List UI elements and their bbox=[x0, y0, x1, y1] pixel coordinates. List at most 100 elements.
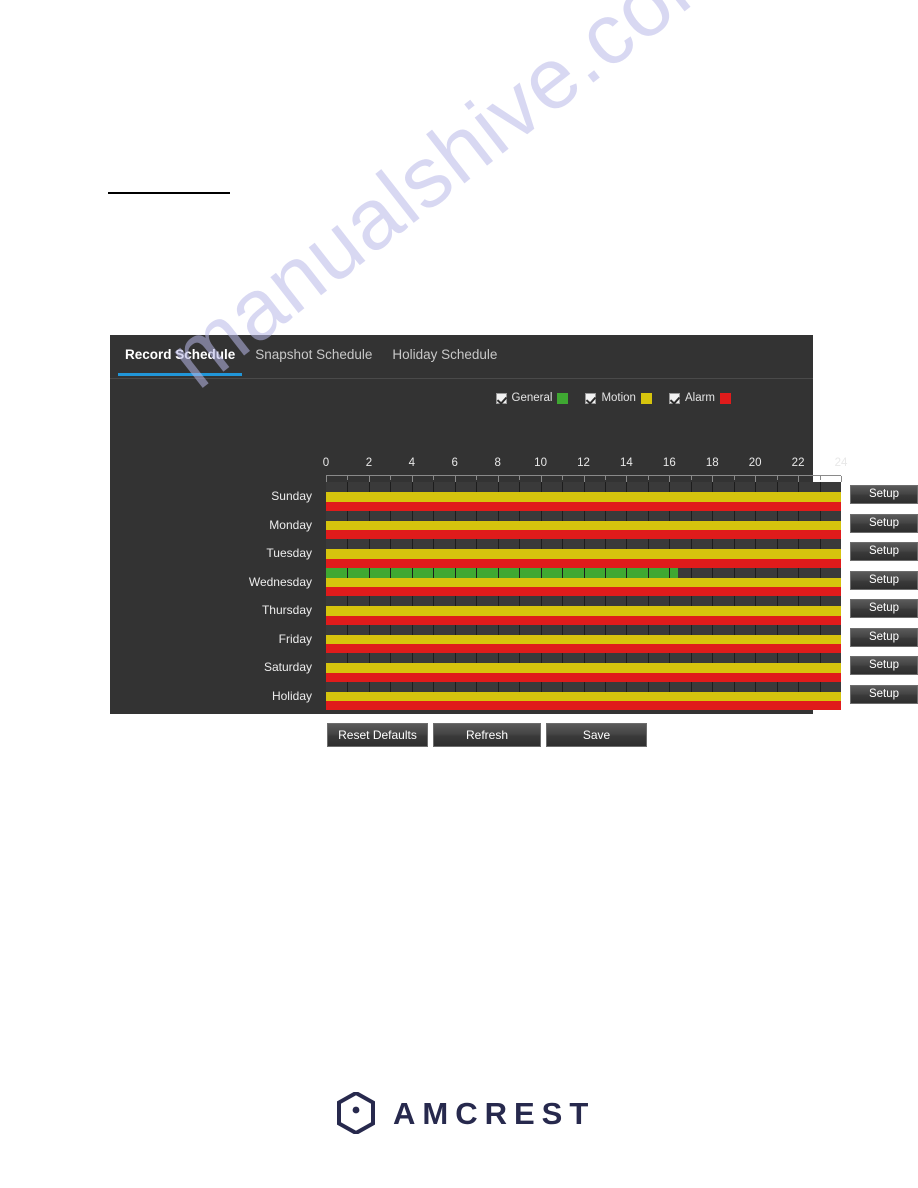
schedule-segment[interactable] bbox=[326, 672, 841, 682]
band-hour-tick bbox=[776, 539, 778, 549]
schedule-band-alarm[interactable] bbox=[326, 644, 841, 653]
band-hour-tick bbox=[411, 482, 413, 492]
reset-defaults-button[interactable]: Reset Defaults bbox=[327, 723, 428, 747]
band-hour-tick bbox=[476, 539, 478, 549]
band-hour-tick bbox=[647, 539, 649, 549]
schedule-row[interactable] bbox=[326, 567, 841, 596]
tab-record-schedule[interactable]: Record Schedule bbox=[115, 335, 245, 378]
record-schedule-panel: Record Schedule Snapshot Schedule Holiday … bbox=[110, 335, 918, 747]
schedule-segment[interactable] bbox=[326, 606, 841, 616]
schedule-grid bbox=[326, 482, 841, 710]
schedule-row[interactable] bbox=[326, 624, 841, 653]
schedule-band-motion[interactable] bbox=[326, 577, 841, 587]
schedule-band-motion[interactable] bbox=[326, 549, 841, 559]
schedule-row[interactable] bbox=[326, 539, 841, 568]
schedule-row[interactable] bbox=[326, 482, 841, 511]
band-hour-tick bbox=[669, 681, 671, 692]
schedule-segment[interactable] bbox=[326, 549, 841, 559]
schedule-band-alarm[interactable] bbox=[326, 615, 841, 625]
schedule-row[interactable] bbox=[326, 653, 841, 682]
schedule-segment[interactable] bbox=[326, 615, 841, 625]
schedule-segment[interactable] bbox=[326, 644, 841, 653]
tab-holiday-schedule[interactable]: Holiday Schedule bbox=[382, 335, 507, 378]
band-hour-tick bbox=[390, 510, 392, 521]
band-hour-tick bbox=[798, 567, 800, 578]
setup-button-tuesday[interactable]: Setup bbox=[850, 542, 918, 561]
schedule-band-general[interactable] bbox=[326, 510, 841, 521]
band-hour-tick bbox=[604, 681, 606, 692]
legend-label: General bbox=[511, 392, 553, 404]
band-hour-tick bbox=[476, 681, 478, 692]
schedule-band-motion[interactable] bbox=[326, 663, 841, 673]
band-hour-tick bbox=[540, 624, 542, 635]
schedule-band-motion[interactable] bbox=[326, 691, 841, 701]
schedule-band-motion[interactable] bbox=[326, 606, 841, 616]
band-hour-tick bbox=[347, 539, 349, 549]
schedule-segment[interactable] bbox=[326, 530, 841, 539]
schedule-row[interactable] bbox=[326, 596, 841, 625]
band-hour-tick bbox=[819, 681, 821, 692]
axis-tick-mark bbox=[647, 476, 649, 480]
band-hour-tick bbox=[733, 539, 735, 549]
save-button[interactable]: Save bbox=[546, 723, 647, 747]
schedule-segment[interactable] bbox=[326, 520, 841, 530]
setup-button-thursday[interactable]: Setup bbox=[850, 599, 918, 618]
schedule-band-alarm[interactable] bbox=[326, 501, 841, 511]
schedule-band-general[interactable] bbox=[326, 681, 841, 692]
band-hour-tick bbox=[562, 510, 564, 521]
schedule-segment[interactable] bbox=[326, 492, 841, 502]
band-hour-tick bbox=[604, 510, 606, 521]
setup-button-sunday[interactable]: Setup bbox=[850, 485, 918, 504]
checkbox-alarm-icon[interactable] bbox=[668, 392, 680, 404]
schedule-band-general[interactable] bbox=[326, 567, 841, 578]
schedule-segment[interactable] bbox=[326, 567, 678, 578]
schedule-segment[interactable] bbox=[326, 663, 841, 673]
schedule-row[interactable] bbox=[326, 681, 841, 710]
setup-button-holiday[interactable]: Setup bbox=[850, 684, 918, 704]
schedule-band-alarm[interactable] bbox=[326, 530, 841, 539]
band-hour-tick bbox=[712, 624, 714, 635]
schedule-band-alarm[interactable] bbox=[326, 672, 841, 682]
setup-button-saturday[interactable]: Setup bbox=[850, 656, 918, 675]
schedule-band-motion[interactable] bbox=[326, 492, 841, 502]
schedule-band-general[interactable] bbox=[326, 596, 841, 606]
band-hour-tick bbox=[647, 510, 649, 521]
band-hour-tick bbox=[390, 539, 392, 549]
setup-button-wednesday[interactable]: Setup bbox=[850, 570, 918, 590]
schedule-segment[interactable] bbox=[326, 577, 841, 587]
refresh-button[interactable]: Refresh bbox=[433, 723, 541, 747]
band-hour-tick bbox=[733, 653, 735, 663]
tab-snapshot-schedule[interactable]: Snapshot Schedule bbox=[245, 335, 382, 378]
schedule-band-general[interactable] bbox=[326, 653, 841, 663]
day-label-thursday: Thursday bbox=[261, 603, 312, 617]
legend-item-alarm[interactable]: Alarm bbox=[668, 392, 731, 404]
schedule-segment[interactable] bbox=[326, 558, 841, 568]
band-hour-tick bbox=[540, 539, 542, 549]
schedule-segment[interactable] bbox=[326, 587, 841, 596]
schedule-band-motion[interactable] bbox=[326, 520, 841, 530]
checkbox-general-icon[interactable] bbox=[495, 392, 507, 404]
schedule-row[interactable] bbox=[326, 510, 841, 539]
schedule-segment[interactable] bbox=[326, 634, 841, 644]
axis-tick-mark bbox=[390, 476, 392, 480]
schedule-segment[interactable] bbox=[326, 701, 841, 710]
schedule-band-motion[interactable] bbox=[326, 634, 841, 644]
band-hour-tick bbox=[519, 482, 521, 492]
legend-item-general[interactable]: General bbox=[495, 392, 569, 404]
band-hour-tick bbox=[690, 653, 692, 663]
schedule-band-general[interactable] bbox=[326, 539, 841, 549]
band-hour-tick bbox=[497, 596, 499, 606]
setup-button-friday[interactable]: Setup bbox=[850, 627, 918, 647]
schedule-band-alarm[interactable] bbox=[326, 701, 841, 710]
schedule-band-alarm[interactable] bbox=[326, 587, 841, 596]
schedule-band-alarm[interactable] bbox=[326, 558, 841, 568]
schedule-band-general[interactable] bbox=[326, 482, 841, 492]
band-hour-tick bbox=[819, 539, 821, 549]
setup-button-monday[interactable]: Setup bbox=[850, 513, 918, 533]
checkbox-motion-icon[interactable] bbox=[585, 392, 597, 404]
schedule-segment[interactable] bbox=[326, 691, 841, 701]
schedule-band-general[interactable] bbox=[326, 624, 841, 635]
schedule-segment[interactable] bbox=[326, 501, 841, 511]
band-hour-tick bbox=[755, 539, 757, 549]
legend-item-motion[interactable]: Motion bbox=[585, 392, 652, 404]
